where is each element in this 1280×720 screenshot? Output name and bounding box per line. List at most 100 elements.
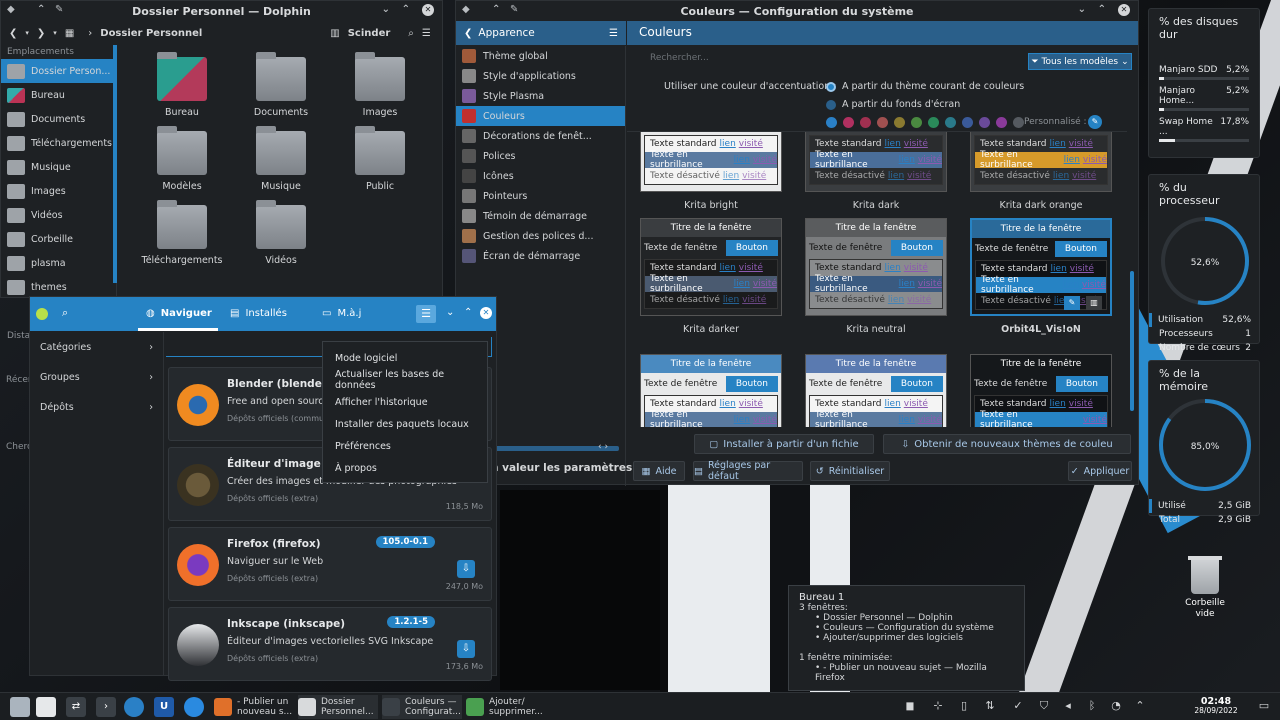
user-avatar-icon[interactable] xyxy=(10,697,30,717)
maximize-icon[interactable]: ⌃ xyxy=(1098,4,1106,15)
nav-item[interactable]: Dépôts › xyxy=(30,392,163,422)
hamburger-menu-icon[interactable]: ☰ xyxy=(416,305,436,323)
sidebar-item-videos[interactable]: Vidéos xyxy=(1,203,116,227)
close-icon[interactable]: ✕ xyxy=(422,4,434,16)
thunderbird-icon[interactable] xyxy=(184,697,204,717)
settings-launcher-icon[interactable]: ⇄ xyxy=(66,697,86,717)
color-scheme-preview[interactable]: Titre de la fenêtreTexte de fenêtreBouto… xyxy=(640,132,782,192)
shield-icon[interactable]: ⛉ xyxy=(1038,700,1050,712)
forward-dropdown-icon[interactable]: ▾ xyxy=(53,29,57,37)
file-item[interactable]: Téléchargements xyxy=(137,200,227,266)
sidebar-item-folder[interactable]: plasma xyxy=(1,251,116,275)
color-scheme-preview[interactable]: Titre de la fenêtreTexte de fenêtreBouto… xyxy=(805,132,947,192)
grid-scrollbar[interactable] xyxy=(1128,131,1136,427)
accent-swatch[interactable] xyxy=(928,117,939,128)
menu-item[interactable]: Mode logiciel xyxy=(323,347,487,369)
minimize-icon[interactable]: ⌄ xyxy=(382,4,390,15)
back-dropdown-icon[interactable]: ▾ xyxy=(25,29,29,37)
accent-swatch[interactable] xyxy=(945,117,956,128)
sidebar-item-download[interactable]: Téléchargements xyxy=(1,131,116,155)
accent-swatch[interactable] xyxy=(826,117,837,128)
search-field[interactable]: Rechercher... xyxy=(636,53,886,69)
sidebar-item-kcm[interactable]: Décorations de fenêt... xyxy=(456,126,625,146)
close-icon[interactable]: ✕ xyxy=(1118,4,1130,16)
menu-item[interactable]: Actualiser les bases de données xyxy=(323,369,487,391)
sidebar-item-kcm[interactable]: Témoin de démarrage xyxy=(456,206,625,226)
sidebar-item-kcm[interactable]: Icônes xyxy=(456,166,625,186)
color-scheme-preview[interactable]: Titre de la fenêtreTexte de fenêtreBouto… xyxy=(970,132,1112,192)
accent-swatch[interactable] xyxy=(1013,117,1024,128)
minimize-icon[interactable]: ⌄ xyxy=(446,307,454,318)
color-scheme-preview[interactable]: Titre de la fenêtreTexte de fenêtreBouto… xyxy=(805,354,947,427)
nav-item[interactable]: Groupes › xyxy=(30,362,163,392)
color-scheme-preview[interactable]: Titre de la fenêtreTexte de fenêtreBouto… xyxy=(640,218,782,316)
accent-swatch[interactable] xyxy=(996,117,1007,128)
file-item[interactable]: Public xyxy=(335,126,425,192)
maximize-icon[interactable]: ⌃ xyxy=(464,307,472,318)
tab-browse[interactable]: ◍ Naviguer xyxy=(146,308,212,319)
sidebar-item-trash[interactable]: Corbeille xyxy=(1,227,116,251)
window-menu-icon[interactable]: ◆ xyxy=(7,4,15,15)
close-icon[interactable]: ✕ xyxy=(480,307,492,319)
maximize-icon[interactable]: ⌃ xyxy=(402,4,410,15)
clipboard-icon[interactable]: ▯ xyxy=(958,700,970,712)
sidebar-item-desktop[interactable]: Bureau xyxy=(1,83,116,107)
accent-option-theme[interactable]: A partir du thème courant de couleurs xyxy=(826,81,1024,92)
taskbar-task[interactable]: Dossier Personnel... xyxy=(298,695,378,719)
sidebar-item-kcm[interactable]: Couleurs xyxy=(456,106,625,126)
color-scheme-preview[interactable]: Titre de la fenêtreTexte de fenêtreBouto… xyxy=(805,218,947,316)
sidebar-item-kcm[interactable]: Pointeurs xyxy=(456,186,625,206)
color-scheme-preview[interactable]: Titre de la fenêtreTexte de fenêtreBouto… xyxy=(970,354,1112,427)
file-item[interactable]: Bureau xyxy=(137,52,227,118)
window-menu-icon[interactable]: ◆ xyxy=(462,4,470,15)
network-icon[interactable]: ⇅ xyxy=(984,700,996,712)
sidebar-item-kcm[interactable]: Gestion des polices d... xyxy=(456,226,625,246)
split-icon[interactable]: ▥ xyxy=(330,28,339,39)
search-icon[interactable]: ⌕ xyxy=(408,28,414,39)
edit-icon[interactable]: ✎ xyxy=(1064,296,1080,310)
file-item[interactable]: Modèles xyxy=(137,126,227,192)
app-card[interactable]: Firefox (firefox) Naviguer sur le Web Dépô… xyxy=(168,527,492,601)
forward-icon[interactable]: ❯ xyxy=(37,28,45,39)
accent-swatch[interactable] xyxy=(979,117,990,128)
install-button[interactable]: ⇩ xyxy=(457,640,475,658)
bluetooth-icon[interactable]: ᛒ xyxy=(1086,700,1098,712)
places-scrollbar[interactable] xyxy=(113,45,117,283)
app-card[interactable]: Inkscape (inkscape) Éditeur d'images vect… xyxy=(168,607,492,681)
help-button[interactable]: ▦ Aide xyxy=(633,461,685,481)
install-button[interactable]: ⇩ xyxy=(457,560,475,578)
scroll-arrows-icon[interactable]: ‹ › xyxy=(598,442,608,452)
show-desktop-icon[interactable] xyxy=(36,697,56,717)
accent-swatch[interactable] xyxy=(843,117,854,128)
menu-item[interactable]: Afficher l'historique xyxy=(323,391,487,413)
split-button[interactable]: Scinder xyxy=(348,28,391,39)
color-scheme-preview[interactable]: Titre de la fenêtreTexte de fenêtreBouto… xyxy=(970,218,1112,316)
accent-swatch[interactable] xyxy=(962,117,973,128)
accent-swatch[interactable] xyxy=(911,117,922,128)
hamburger-menu-icon[interactable]: ☰ xyxy=(609,28,618,39)
search-icon[interactable]: ⌕ xyxy=(62,306,68,320)
hamburger-menu-icon[interactable]: ☰ xyxy=(422,28,431,39)
checkmark-icon[interactable]: ✓ xyxy=(1012,700,1024,712)
keep-above-icon[interactable]: ⌃ xyxy=(37,4,45,15)
sidebar-item-kcm[interactable]: Polices xyxy=(456,146,625,166)
color-picker-icon[interactable]: ✎ xyxy=(1088,115,1102,129)
accent-option-wallpaper[interactable]: A partir du fonds d'écran xyxy=(826,99,960,110)
install-from-file-button[interactable]: ▢ Installer à partir d'un fichie xyxy=(694,434,874,454)
breadcrumb[interactable]: Dossier Personnel xyxy=(100,28,202,39)
sidebar-item-kcm[interactable]: Écran de démarrage xyxy=(456,246,625,266)
pager-icon[interactable]: ▆ xyxy=(904,700,916,712)
accent-swatch[interactable] xyxy=(894,117,905,128)
kdeconnect-icon[interactable]: ⊹ xyxy=(932,700,944,712)
sidebar-item-kcm[interactable]: Style d'applications xyxy=(456,66,625,86)
reset-button[interactable]: ↺ Réinitialiser xyxy=(810,461,890,481)
file-item[interactable]: Documents xyxy=(236,52,326,118)
sidebar-item-home[interactable]: Dossier Person... xyxy=(1,59,116,83)
accent-swatch[interactable] xyxy=(877,117,888,128)
file-item[interactable]: Images xyxy=(335,52,425,118)
minimize-icon[interactable]: ⌄ xyxy=(1078,4,1086,15)
sidebar-item-kcm[interactable]: Thème global xyxy=(456,46,625,66)
taskbar-task[interactable]: Couleurs — Configurat... xyxy=(382,695,462,719)
system-menu-icon[interactable]: ▭ xyxy=(1258,700,1270,712)
terminal-icon[interactable]: › xyxy=(96,697,116,717)
